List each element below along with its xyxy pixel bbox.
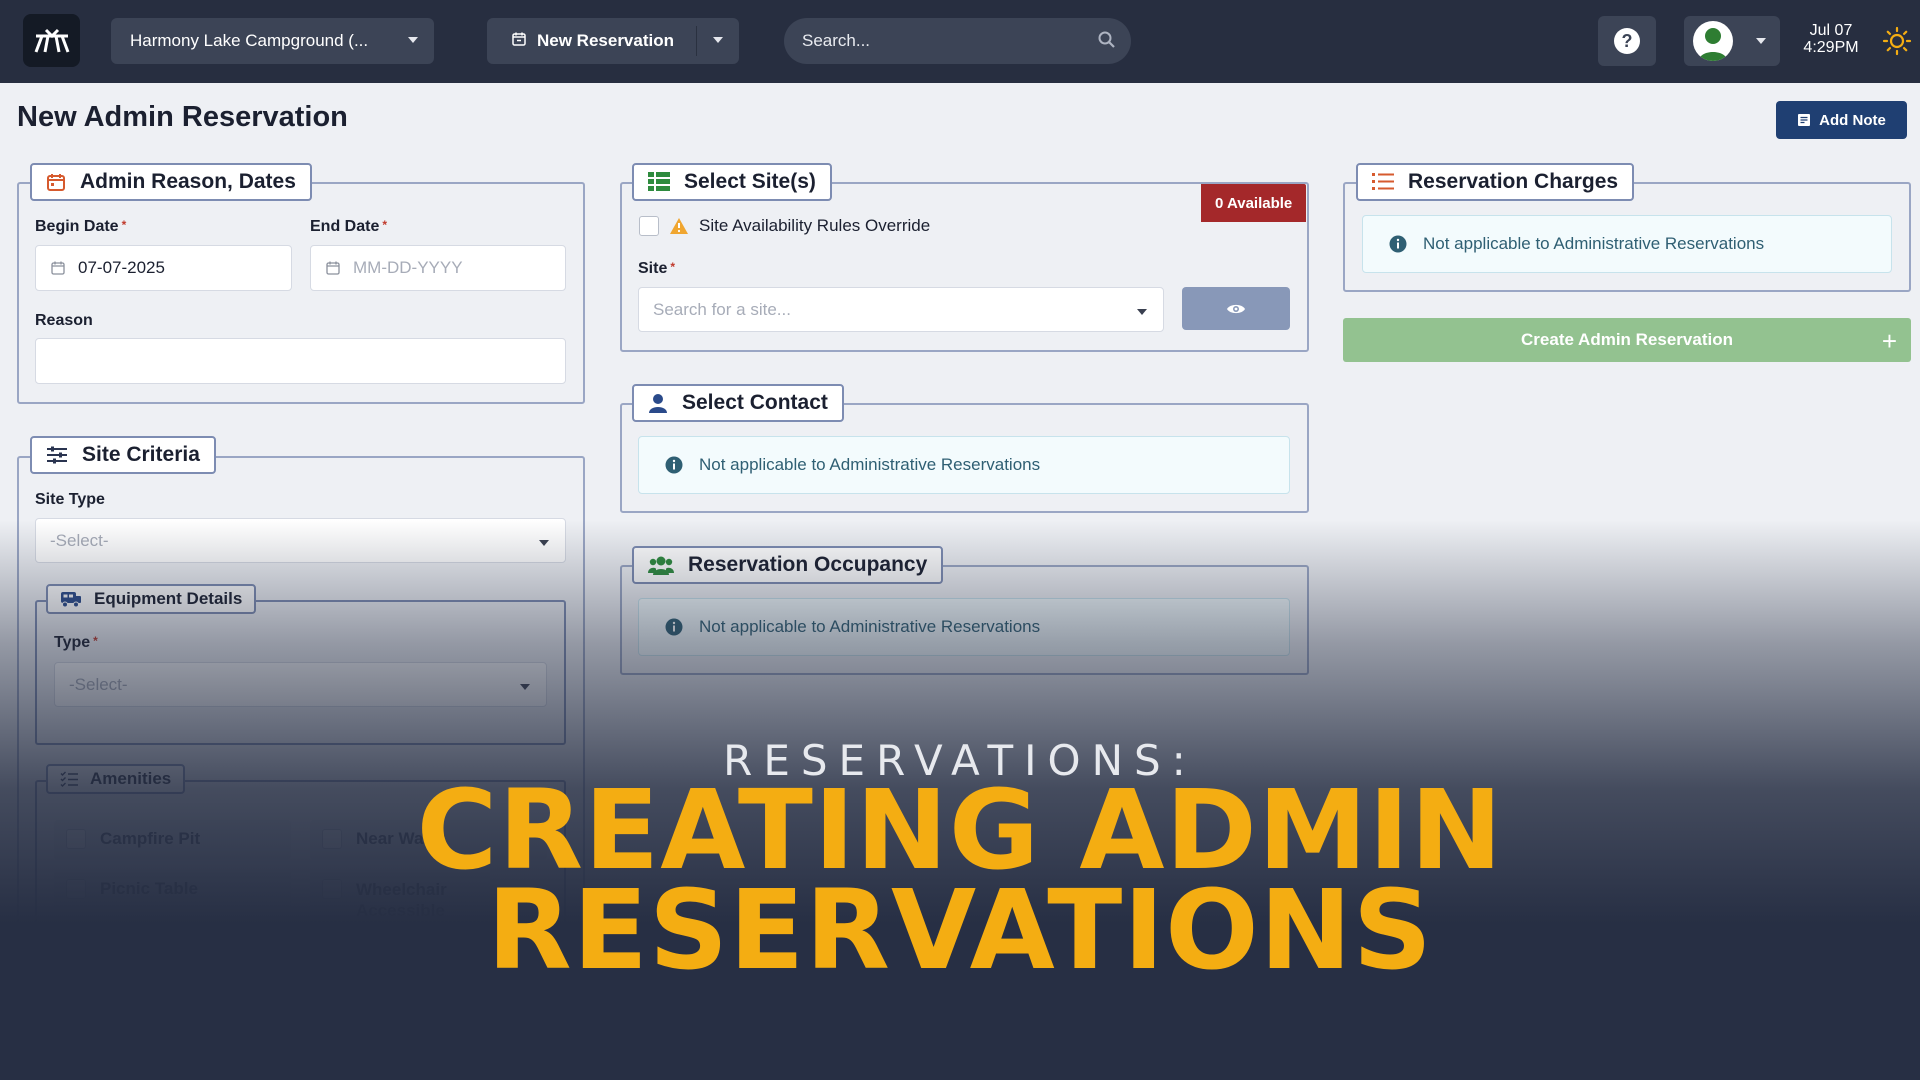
clock: Jul 07 4:29PM (1795, 22, 1867, 56)
help-button[interactable]: ? (1598, 16, 1656, 66)
sun-icon[interactable] (1882, 26, 1912, 61)
chevron-down-icon[interactable] (713, 37, 723, 43)
search-icon[interactable] (1097, 30, 1117, 55)
end-date-label-text: End Date (310, 218, 380, 235)
begin-date-label: Begin Date * (35, 218, 127, 235)
begin-date-value: 07-07-2025 (78, 258, 165, 277)
begin-date-label-text: Begin Date (35, 218, 119, 235)
note-icon (1798, 114, 1811, 126)
select-sites-legend-label: Select Site(s) (684, 170, 816, 193)
user-menu-button[interactable] (1684, 16, 1780, 66)
begin-date-input[interactable]: 07-07-2025 (35, 245, 292, 291)
calendar-icon (325, 260, 341, 276)
site-label-text: Site (638, 260, 668, 277)
occupancy-legend-label: Reservation Occupancy (688, 553, 928, 576)
chevron-down-icon (1756, 38, 1766, 44)
info-icon (1389, 235, 1407, 253)
chevron-down-icon (1137, 309, 1147, 315)
reservation-charges-legend: Reservation Charges (1356, 163, 1635, 201)
type-label: Type * (54, 634, 98, 651)
calendar-icon (50, 260, 66, 276)
select-contact-legend-label: Select Contact (682, 391, 828, 414)
campground-select-label: Harmony Lake Campground (... (130, 31, 369, 50)
calendar-icon (47, 174, 65, 191)
clock-date: Jul 07 (1809, 22, 1853, 39)
add-note-button[interactable]: Add Note (1776, 101, 1907, 139)
chevron-down-icon (539, 540, 549, 546)
site-search-placeholder: Search for a site... (653, 299, 791, 319)
warning-icon (670, 218, 688, 234)
clock-time: 4:29PM (1803, 39, 1859, 56)
reason-input[interactable] (35, 338, 566, 384)
page-title: New Admin Reservation (17, 101, 348, 133)
overlay-title-line-2: RESERVATIONS (487, 866, 1433, 994)
site-criteria-legend: Site Criteria (30, 436, 216, 474)
override-label: Site Availability Rules Override (699, 216, 931, 235)
person-icon (649, 394, 667, 413)
top-bar: Harmony Lake Campground (... New Reserva… (0, 0, 1920, 83)
select-contact-legend: Select Contact (632, 384, 844, 422)
sliders-icon (47, 446, 67, 464)
end-date-input[interactable]: MM-DD-YYYY (310, 245, 566, 291)
reason-label: Reason (35, 312, 93, 329)
site-type-value: -Select- (50, 530, 109, 550)
select-sites-legend: Select Site(s) (632, 163, 832, 201)
create-admin-reservation-label: Create Admin Reservation (1521, 330, 1733, 349)
eye-icon (1227, 304, 1245, 313)
override-checkbox[interactable] (639, 216, 659, 236)
equipment-type-value: -Select- (69, 674, 128, 694)
override-row: Site Availability Rules Override (639, 216, 930, 236)
overlay-title: CREATING ADMIN RESERVATIONS (0, 766, 1920, 994)
equipment-type-select[interactable]: -Select- (54, 662, 547, 707)
occupancy-legend: Reservation Occupancy (632, 546, 944, 584)
add-note-label: Add Note (1819, 111, 1886, 129)
site-search-select[interactable]: Search for a site... (638, 287, 1164, 332)
search-placeholder: Search... (802, 31, 871, 50)
button-divider (696, 26, 697, 56)
rv-icon (61, 592, 81, 608)
end-date-label: End Date * (310, 218, 388, 235)
chevron-down-icon (408, 37, 418, 43)
plus-icon: + (1881, 326, 1897, 356)
view-site-button[interactable] (1182, 287, 1290, 330)
equipment-details-legend-label: Equipment Details (94, 589, 243, 608)
table-icon (648, 172, 670, 191)
new-reservation-button[interactable]: New Reservation (487, 18, 739, 64)
site-type-select[interactable]: -Select- (35, 518, 566, 563)
users-icon (648, 556, 674, 575)
admin-reason-legend: Admin Reason, Dates (30, 163, 312, 201)
new-reservation-label: New Reservation (537, 31, 674, 50)
user-icon (1693, 21, 1733, 61)
charges-info-box: Not applicable to Administrative Reserva… (1362, 215, 1892, 273)
available-count-badge: 0 Available (1201, 184, 1307, 222)
reservation-charges-legend-label: Reservation Charges (1408, 170, 1619, 193)
logo-icon[interactable] (23, 14, 80, 67)
end-date-placeholder: MM-DD-YYYY (353, 258, 463, 277)
type-label-text: Type (54, 634, 91, 651)
site-label: Site * (638, 260, 676, 277)
info-icon (665, 618, 683, 636)
help-icon: ? (1614, 28, 1640, 54)
overlay-title-line-1: CREATING ADMIN (416, 766, 1504, 894)
equipment-details-legend: Equipment Details (46, 584, 257, 614)
chevron-down-icon (520, 684, 530, 690)
site-criteria-legend-label: Site Criteria (82, 443, 200, 466)
info-icon (665, 456, 683, 474)
admin-reason-legend-label: Admin Reason, Dates (80, 170, 296, 193)
campground-select[interactable]: Harmony Lake Campground (... (111, 18, 434, 64)
charges-info-text: Not applicable to Administrative Reserva… (1423, 234, 1765, 253)
create-admin-reservation-button[interactable]: Create Admin Reservation + (1343, 318, 1911, 362)
calendar-icon (511, 31, 527, 52)
site-type-label: Site Type (35, 491, 105, 508)
list-icon (1372, 173, 1394, 190)
contact-info-box: Not applicable to Administrative Reserva… (638, 436, 1290, 494)
contact-info-text: Not applicable to Administrative Reserva… (699, 455, 1041, 474)
occupancy-info-text: Not applicable to Administrative Reserva… (699, 617, 1041, 636)
search-input[interactable]: Search... (784, 18, 1131, 64)
svg-text:?: ? (1622, 31, 1633, 51)
occupancy-info-box: Not applicable to Administrative Reserva… (638, 598, 1290, 656)
